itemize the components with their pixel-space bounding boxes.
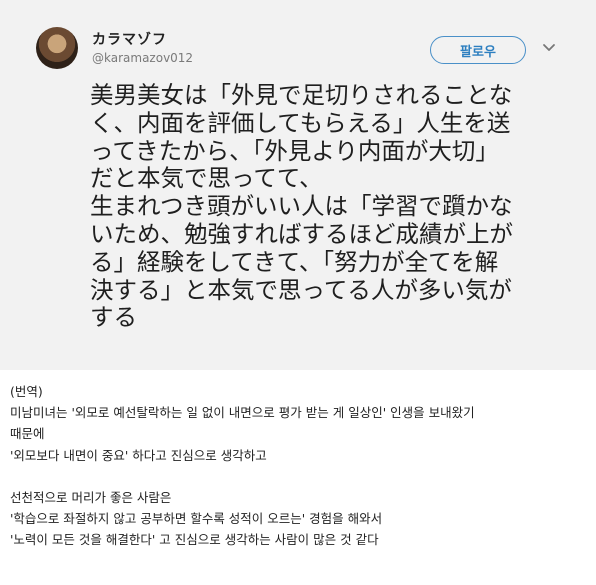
display-name[interactable]: カラマゾフ [92,29,167,49]
translation-text: (번역) 미남미녀는 '외모로 예선탈락하는 일 없이 내면으로 평가 받는 게… [10,384,475,548]
user-handle[interactable]: @karamazov012 [92,51,193,65]
avatar[interactable] [36,27,78,69]
tweet-text: 美男美女は「外見で足切りされることな く、内面を評価してもらえる」人生を送 って… [90,81,513,332]
chevron-down-icon[interactable] [542,41,556,55]
tweet-card: カラマゾフ @karamazov012 팔로우 美男美女は「外見で足切りされるこ… [0,0,596,370]
follow-button[interactable]: 팔로우 [430,36,526,64]
